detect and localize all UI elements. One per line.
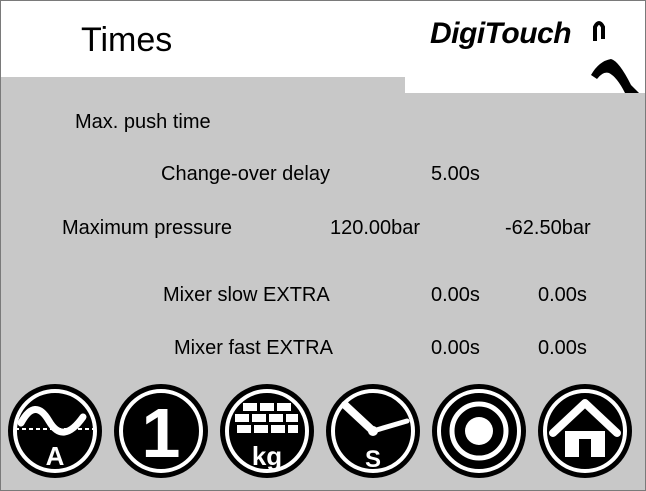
changeover-delay-label[interactable]: Change-over delay [161,163,330,186]
changeover-delay-value[interactable]: 5.00s [431,163,480,186]
clock-s-button[interactable]: S [323,381,423,481]
title-bar: Times [1,1,405,77]
maximum-pressure-value-1[interactable]: 120.00bar [330,217,420,240]
maximum-pressure-label[interactable]: Maximum pressure [62,217,232,240]
clock-s-glyph: S [365,446,381,473]
mixer-fast-extra-label[interactable]: Mixer fast EXTRA [174,337,333,360]
sine-wave-a-button[interactable]: A [5,381,105,481]
target-icon [432,384,526,478]
home-button[interactable] [535,381,635,481]
max-push-time-label[interactable]: Max. push time [75,111,211,134]
sine-wave-a-glyph: A [46,441,65,471]
maximum-pressure-value-2[interactable]: -62.50bar [505,217,591,240]
clock-s-icon: S [326,384,420,478]
mixer-fast-extra-value-1[interactable]: 0.00s [431,337,480,360]
number-one-glyph: 1 [142,394,181,472]
bottom-toolbar: A 1 kg S [1,371,645,490]
mixer-slow-extra-value-1[interactable]: 0.00s [431,284,480,307]
sine-wave-a-icon: A [8,384,102,478]
mixer-fast-extra-value-2[interactable]: 0.00s [538,337,587,360]
bricks-kg-icon: kg [220,384,314,478]
number-one-icon: 1 [114,384,208,478]
mixer-slow-extra-value-2[interactable]: 0.00s [538,284,587,307]
mixer-slow-extra-label[interactable]: Mixer slow EXTRA [163,284,330,307]
target-button[interactable] [429,381,529,481]
pointing-hand-logo-icon [591,21,639,93]
bricks-kg-button[interactable]: kg [217,381,317,481]
home-icon [538,384,632,478]
bricks-kg-glyph: kg [252,441,282,471]
number-one-button[interactable]: 1 [111,381,211,481]
logo: DigiTouch [405,1,645,93]
screen-frame: Times DigiTouch Max. push time Change-ov… [0,0,646,491]
logo-text: DigiTouch [430,17,572,50]
page-title: Times [81,21,173,59]
